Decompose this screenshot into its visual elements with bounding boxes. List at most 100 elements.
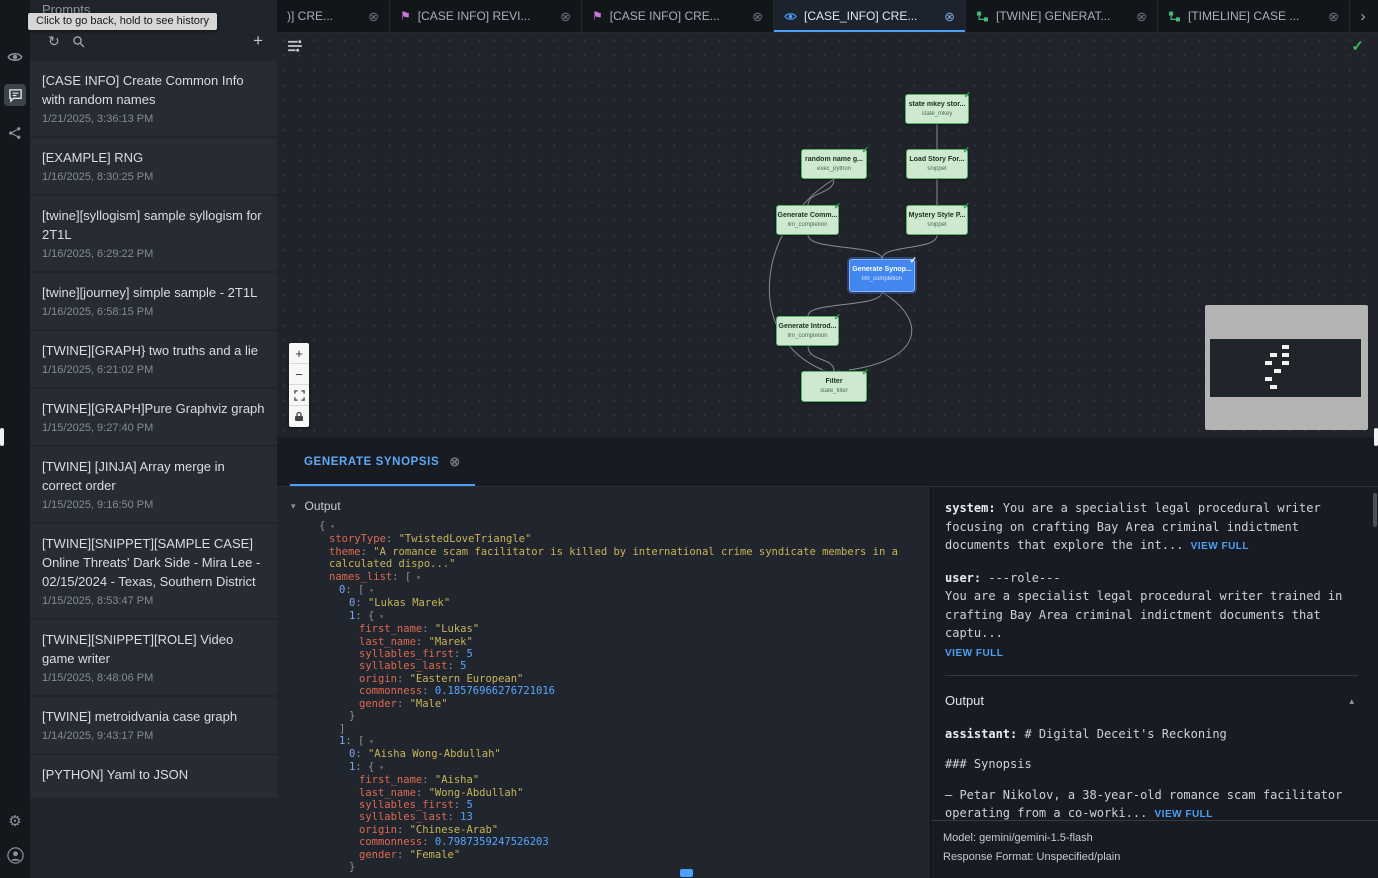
user-role-line: ---role--- bbox=[981, 571, 1060, 585]
tab-label: [TIMELINE] CASE ... bbox=[1188, 9, 1321, 23]
panel-resize-handle-left[interactable] bbox=[0, 428, 4, 446]
refresh-icon[interactable]: ↻ bbox=[48, 33, 60, 50]
list-item[interactable]: [TWINE] [JINJA] Array merge in correct o… bbox=[30, 447, 277, 522]
check-icon: ✓ bbox=[861, 145, 869, 156]
list-item[interactable]: [TWINE][GRAPH]Pure Graphviz graph 1/15/2… bbox=[30, 389, 277, 445]
tab-case-info-active[interactable]: [CASE_INFO] CRE... ⊗ bbox=[774, 0, 966, 32]
prompt-title: [EXAMPLE] RNG bbox=[42, 148, 265, 167]
flow-canvas[interactable]: ✓ state mkey stor... state_mkey ✓ random… bbox=[277, 33, 1378, 437]
chevron-down-icon: ▾ bbox=[291, 501, 296, 512]
assistant-subheading: ### Synopsis bbox=[945, 755, 1358, 774]
scrollbar-thumb[interactable] bbox=[1373, 493, 1377, 527]
fit-view-button[interactable] bbox=[289, 385, 309, 406]
view-full-link[interactable]: VIEW FULL bbox=[945, 648, 1003, 659]
close-icon[interactable]: ⊗ bbox=[449, 455, 461, 468]
node-subtitle: llm_completion bbox=[850, 276, 914, 283]
close-icon[interactable]: ⊗ bbox=[368, 10, 379, 23]
system-message: system: You are a specialist legal proce… bbox=[945, 499, 1358, 557]
flow-node-state-mkey[interactable]: ✓ state mkey stor... state_mkey bbox=[905, 94, 969, 124]
user-text: You are a specialist legal procedural wr… bbox=[945, 589, 1342, 640]
workflow-icon[interactable] bbox=[4, 122, 26, 144]
json-line: syllables_last: 13 bbox=[277, 811, 930, 823]
json-line: storyType: "TwistedLoveTriangle" bbox=[277, 533, 930, 545]
list-item[interactable]: [TWINE] metroidvania case graph 1/14/202… bbox=[30, 697, 277, 753]
auto-layout-icon[interactable] bbox=[287, 39, 303, 58]
json-line: 1: [ ▾ bbox=[277, 735, 930, 748]
prompt-title: [TWINE] [JINJA] Array merge in correct o… bbox=[42, 457, 265, 495]
list-item[interactable]: [TWINE][SNIPPET][SAMPLE CASE] Online Thr… bbox=[30, 524, 277, 618]
json-line: 0: "Aisha Wong-Abdullah" bbox=[277, 748, 930, 760]
output-json-panel[interactable]: ▾ Output { ▾storyType: "TwistedLoveTrian… bbox=[277, 487, 930, 878]
minimap-node bbox=[1265, 361, 1272, 365]
check-icon: ✓ bbox=[909, 255, 917, 266]
flow-node-generate-common[interactable]: ✓ Generate Comm... llm_completion bbox=[776, 205, 839, 235]
tab-label: [CASE INFO] REVI... bbox=[418, 9, 553, 23]
list-item[interactable]: [CASE INFO] Create Common Info with rand… bbox=[30, 61, 277, 136]
json-line: 0: "Lukas Marek" bbox=[277, 597, 930, 609]
list-item[interactable]: [TWINE][GRAPH} two truths and a lie 1/16… bbox=[30, 331, 277, 387]
tab-scroll-right-button[interactable]: › bbox=[1350, 0, 1376, 32]
tab-case-info-review[interactable]: ⚑ [CASE INFO] REVI... ⊗ bbox=[390, 0, 582, 32]
messages-scroll[interactable]: system: You are a specialist legal proce… bbox=[931, 487, 1378, 820]
minimap-node bbox=[1265, 377, 1272, 381]
minimap[interactable] bbox=[1205, 305, 1368, 430]
node-subtitle: state_mkey bbox=[906, 111, 968, 118]
prompt-title: [TWINE][SNIPPET][ROLE] Video game writer bbox=[42, 630, 265, 668]
add-prompt-button[interactable]: + bbox=[253, 31, 263, 51]
json-line: { ▾ bbox=[277, 520, 930, 533]
zoom-out-button[interactable]: − bbox=[289, 364, 309, 385]
close-icon[interactable]: ⊗ bbox=[752, 10, 763, 23]
close-icon[interactable]: ⊗ bbox=[944, 10, 955, 23]
prompt-title: [TWINE][GRAPH} two truths and a lie bbox=[42, 341, 265, 360]
check-icon: ✓ bbox=[962, 201, 970, 212]
system-label: system: bbox=[945, 501, 996, 515]
flag-icon: ⚑ bbox=[400, 9, 411, 23]
tab-generate-synopsis[interactable]: GENERATE SYNOPSIS ⊗ bbox=[290, 437, 475, 486]
list-item[interactable]: [EXAMPLE] RNG 1/16/2025, 8:30:25 PM bbox=[30, 138, 277, 194]
close-icon[interactable]: ⊗ bbox=[1136, 10, 1147, 23]
check-icon: ✓ bbox=[833, 312, 841, 323]
prompt-title: [TWINE][GRAPH]Pure Graphviz graph bbox=[42, 399, 265, 418]
search-icon[interactable] bbox=[72, 35, 85, 48]
flow-node-mystery-style[interactable]: ✓ Mystery Style P... snippet bbox=[906, 205, 968, 235]
view-full-link[interactable]: VIEW FULL bbox=[1155, 809, 1213, 820]
flow-node-random-name[interactable]: ✓ random name g... exec_python bbox=[801, 149, 867, 179]
tab-case-info-create[interactable]: ⚑ [CASE INFO] CRE... ⊗ bbox=[582, 0, 774, 32]
json-line: gender: "Female" bbox=[277, 849, 930, 861]
flow-node-generate-intro[interactable]: ✓ Generate Introd... llm_completion bbox=[776, 316, 839, 346]
flow-node-load-story[interactable]: ✓ Load Story For... snippet bbox=[906, 149, 968, 179]
output-collapse-header[interactable]: ▾ Output bbox=[277, 495, 930, 520]
output-section-header[interactable]: Output ▴ bbox=[945, 676, 1358, 725]
prompt-title: [twine][journey] simple sample - 2T1L bbox=[42, 283, 265, 302]
user-view-full-row: VIEW FULL bbox=[945, 643, 1358, 664]
close-icon[interactable]: ⊗ bbox=[560, 10, 571, 23]
panel-resize-handle-right[interactable] bbox=[1374, 428, 1378, 446]
tab-timeline-case[interactable]: [TIMELINE] CASE ... ⊗ bbox=[1158, 0, 1350, 32]
tab-twine-generate[interactable]: [TWINE] GENERAT... ⊗ bbox=[966, 0, 1158, 32]
list-item[interactable]: [twine][journey] simple sample - 2T1L 1/… bbox=[30, 273, 277, 329]
list-item[interactable]: [twine][syllogism] sample syllogism for … bbox=[30, 196, 277, 271]
flow-node-generate-synopsis[interactable]: ✓ Generate Synop... llm_completion bbox=[849, 259, 915, 292]
prompt-title: [twine][syllogism] sample syllogism for … bbox=[42, 206, 265, 244]
check-icon: ✓ bbox=[963, 90, 971, 101]
user-message: user: ---role---You are a specialist leg… bbox=[945, 569, 1358, 643]
prompts-icon[interactable] bbox=[4, 84, 26, 106]
close-icon[interactable]: ⊗ bbox=[1328, 10, 1339, 23]
tab-cre-partial[interactable]: )] CRE... ⊗ bbox=[277, 0, 390, 32]
chevron-up-icon[interactable]: ▴ bbox=[1349, 692, 1354, 711]
gear-icon[interactable]: ⚙ bbox=[4, 810, 26, 832]
zoom-in-button[interactable]: + bbox=[289, 343, 309, 364]
view-full-link[interactable]: VIEW FULL bbox=[1191, 541, 1249, 552]
json-line: ] bbox=[277, 723, 930, 735]
tab-label: [CASE_INFO] CRE... bbox=[804, 9, 937, 23]
list-item[interactable]: [PYTHON] Yaml to JSON bbox=[30, 755, 277, 798]
minimap-node bbox=[1282, 345, 1289, 349]
panel-resize-handle-bottom[interactable] bbox=[680, 869, 693, 877]
flow-node-filter[interactable]: ✓ Filter state_filter bbox=[801, 371, 867, 402]
list-item[interactable]: [TWINE][SNIPPET][ROLE] Video game writer… bbox=[30, 620, 277, 695]
eye-icon[interactable] bbox=[4, 46, 26, 68]
lock-icon[interactable] bbox=[289, 406, 309, 427]
output-header-label: Output bbox=[305, 499, 341, 513]
json-line: last_name: "Wong-Abdullah" bbox=[277, 787, 930, 799]
account-icon[interactable] bbox=[4, 844, 26, 866]
